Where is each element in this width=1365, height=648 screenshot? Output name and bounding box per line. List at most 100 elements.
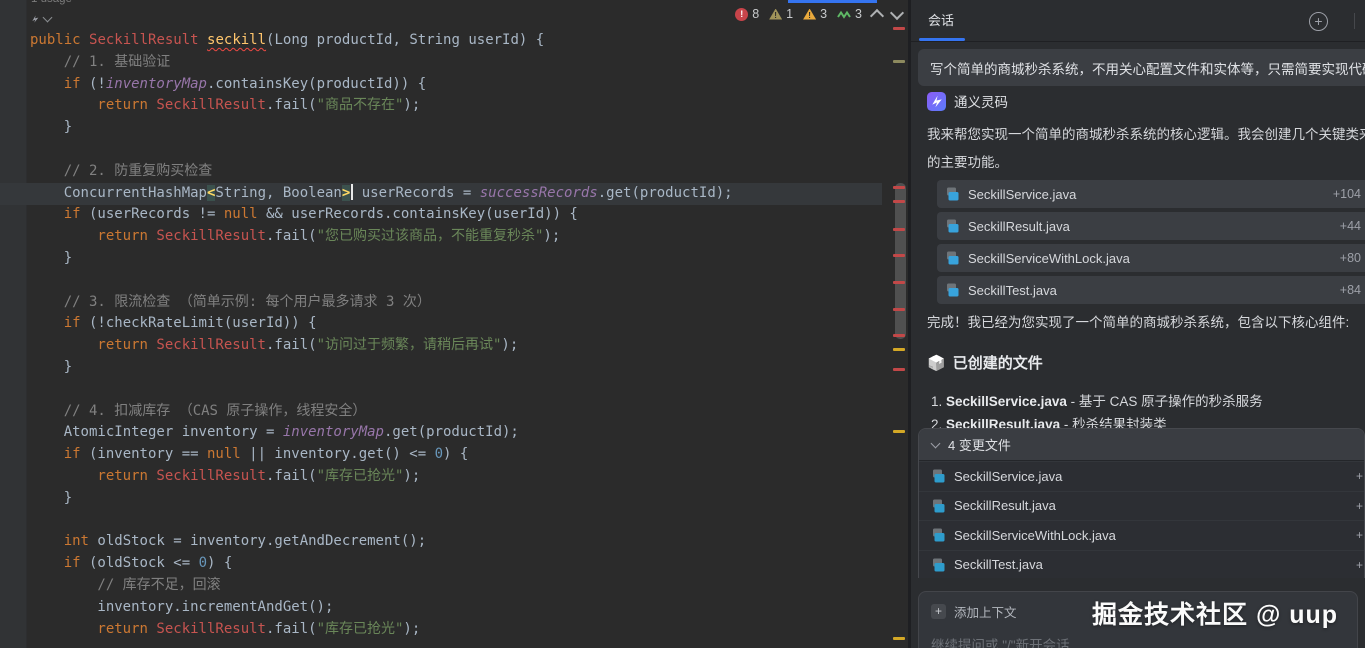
error-stripe-mark[interactable]: [893, 334, 905, 337]
code-line[interactable]: return SeckillResult.fail("您已购买过该商品，不能重复…: [30, 226, 733, 248]
java-class-icon: [946, 251, 960, 265]
error-stripe-mark[interactable]: [893, 348, 905, 351]
error-count[interactable]: ! 8: [735, 7, 759, 21]
tab-conversation[interactable]: 会话: [928, 0, 954, 41]
file-chip[interactable]: SeckillServiceWithLock.java +80: [937, 244, 1365, 272]
error-stripe-mark[interactable]: [893, 368, 905, 371]
chevron-down-icon: [931, 438, 941, 448]
changed-file-row[interactable]: SeckillService.java +: [919, 461, 1364, 491]
code-line[interactable]: }: [30, 357, 733, 379]
assistant-summary: 完成！我已经为您实现了一个简单的商城秒杀系统，包含以下核心组件:: [927, 311, 1349, 331]
typo-count[interactable]: 3: [837, 7, 862, 21]
code-line[interactable]: int oldStock = inventory.getAndDecrement…: [30, 531, 733, 553]
file-chip[interactable]: SeckillService.java +104: [937, 180, 1365, 208]
code-line[interactable]: }: [30, 488, 733, 510]
java-class-icon: [946, 283, 960, 297]
usage-inlay-hint[interactable]: 1 usage: [31, 0, 72, 5]
code-line[interactable]: // 3. 限流检查 （简单示例: 每个用户最多请求 3 次）: [30, 292, 733, 314]
code-editor[interactable]: 1 usage public SeckillResult seckill(Lon…: [0, 0, 908, 648]
error-stripe-mark[interactable]: [893, 228, 905, 231]
toolbar-divider: [1354, 13, 1355, 29]
code-line[interactable]: return SeckillResult.fail("库存已抢光");: [30, 466, 733, 488]
code-line[interactable]: // 1. 基础验证: [30, 52, 733, 74]
progress-bar: [788, 0, 877, 3]
code-line[interactable]: public SeckillResult seckill(Long produc…: [30, 30, 733, 52]
weak-warning-count[interactable]: ! 1: [769, 7, 793, 21]
previous-problem-button[interactable]: [870, 8, 884, 22]
code-line[interactable]: }: [30, 117, 733, 139]
code-line[interactable]: if (!checkRateLimit(userId)) {: [30, 313, 733, 335]
list-item: 1. SeckillService.java - 基于 CAS 原子操作的秒杀服…: [931, 390, 1263, 413]
weak-warning-icon: !: [769, 9, 782, 20]
error-stripe-mark[interactable]: [893, 27, 905, 30]
file-chip[interactable]: SeckillResult.java +44: [937, 212, 1365, 240]
warning-count[interactable]: ! 3: [803, 7, 827, 21]
typo-icon: [837, 10, 851, 19]
code-line[interactable]: AtomicInteger inventory = inventoryMap.g…: [30, 422, 733, 444]
java-class-icon: [932, 528, 946, 542]
code-line[interactable]: return SeckillResult.fail("库存已抢光");: [30, 619, 733, 641]
code-line[interactable]: return SeckillResult.fail("商品不存在");: [30, 95, 733, 117]
changed-file-row[interactable]: SeckillResult.java +: [919, 491, 1364, 521]
assistant-name: 通义灵码: [954, 91, 1008, 111]
code-line[interactable]: [30, 270, 733, 292]
error-stripe-mark[interactable]: [893, 200, 905, 203]
code-line[interactable]: // 4. 扣减库存 （CAS 原子操作，线程安全）: [30, 401, 733, 423]
error-stripe-mark[interactable]: [893, 281, 905, 284]
package-icon: 📦: [927, 354, 946, 372]
java-class-icon: [932, 469, 946, 483]
lines-added-badge: +: [1356, 528, 1363, 542]
lines-added-badge: +: [1356, 558, 1363, 572]
watermark: 掘金技术社区 @ uup: [1092, 595, 1338, 631]
changed-files-header[interactable]: 4 变更文件: [919, 429, 1364, 461]
changed-file-row[interactable]: SeckillServiceWithLock.java +: [919, 520, 1364, 550]
assistant-message: 我来帮您实现一个简单的商城秒杀系统的核心逻辑。我会创建几个关键类来展示 的主要功…: [927, 121, 1365, 176]
code-line[interactable]: return SeckillResult.fail("访问过于频繁，请稍后再试"…: [30, 335, 733, 357]
code-line[interactable]: [30, 510, 733, 532]
panel-tabbar: 会话 +: [911, 0, 1365, 42]
java-class-icon: [932, 499, 946, 513]
code-line[interactable]: if (inventory == null || inventory.get()…: [30, 444, 733, 466]
error-stripe-mark[interactable]: [893, 254, 905, 257]
chat-input-placeholder[interactable]: 继续提问或 "/"新开会话: [931, 634, 1345, 648]
code-area[interactable]: public SeckillResult seckill(Long produc…: [30, 30, 733, 640]
lines-added-badge: +: [1356, 469, 1363, 483]
error-stripe-mark[interactable]: [893, 308, 905, 311]
code-line[interactable]: [30, 139, 733, 161]
file-chip[interactable]: SeckillTest.java +84: [937, 276, 1365, 304]
new-conversation-button[interactable]: +: [1309, 12, 1328, 31]
error-stripe-mark[interactable]: [893, 430, 905, 433]
ai-inlay-action[interactable]: [29, 12, 51, 26]
editor-gutter: [0, 0, 27, 648]
lines-added-badge: +84: [1340, 283, 1361, 297]
created-files-heading: 📦 已创建的文件: [927, 352, 1043, 373]
java-class-icon: [932, 558, 946, 572]
lines-added-badge: +: [1356, 499, 1363, 513]
code-line[interactable]: }: [30, 248, 733, 270]
error-stripe-mark[interactable]: [893, 637, 905, 640]
lines-added-badge: +80: [1340, 251, 1361, 265]
editor-scrollbar-thumb[interactable]: [895, 183, 906, 339]
active-tab-indicator: [919, 38, 965, 41]
assistant-message-line: 的主要功能。: [927, 149, 1365, 177]
inspections-widget: ! 8 ! 1 ! 3 3: [735, 7, 902, 21]
assistant-header: 通义灵码: [927, 91, 1008, 111]
created-file-chips: SeckillService.java +104 SeckillResult.j…: [937, 180, 1365, 308]
code-line[interactable]: // 库存不足，回滚: [30, 575, 733, 597]
code-line[interactable]: [30, 379, 733, 401]
lines-added-badge: +44: [1340, 219, 1361, 233]
code-line[interactable]: // 2. 防重复购买检查: [30, 161, 733, 183]
error-stripe-mark[interactable]: [893, 186, 905, 189]
code-line[interactable]: if (!inventoryMap.containsKey(productId)…: [30, 74, 733, 96]
code-line[interactable]: ConcurrentHashMap<String, Boolean> userR…: [30, 183, 733, 205]
code-line[interactable]: if (userRecords != null && userRecords.c…: [30, 204, 733, 226]
java-class-icon: [946, 219, 960, 233]
code-line[interactable]: if (oldStock <= 0) {: [30, 553, 733, 575]
code-line[interactable]: inventory.incrementAndGet();: [30, 597, 733, 619]
next-problem-button[interactable]: [890, 5, 904, 19]
error-stripe-mark[interactable]: [893, 60, 905, 63]
changed-file-row[interactable]: SeckillTest.java +: [919, 550, 1364, 579]
ai-assistant-panel: 会话 + 写个简单的商城秒杀系统，不用关心配置文件和实体等，只需简要实现代码逻 …: [911, 0, 1365, 648]
chevron-down-icon: [43, 13, 53, 23]
plus-icon: +: [931, 604, 946, 619]
